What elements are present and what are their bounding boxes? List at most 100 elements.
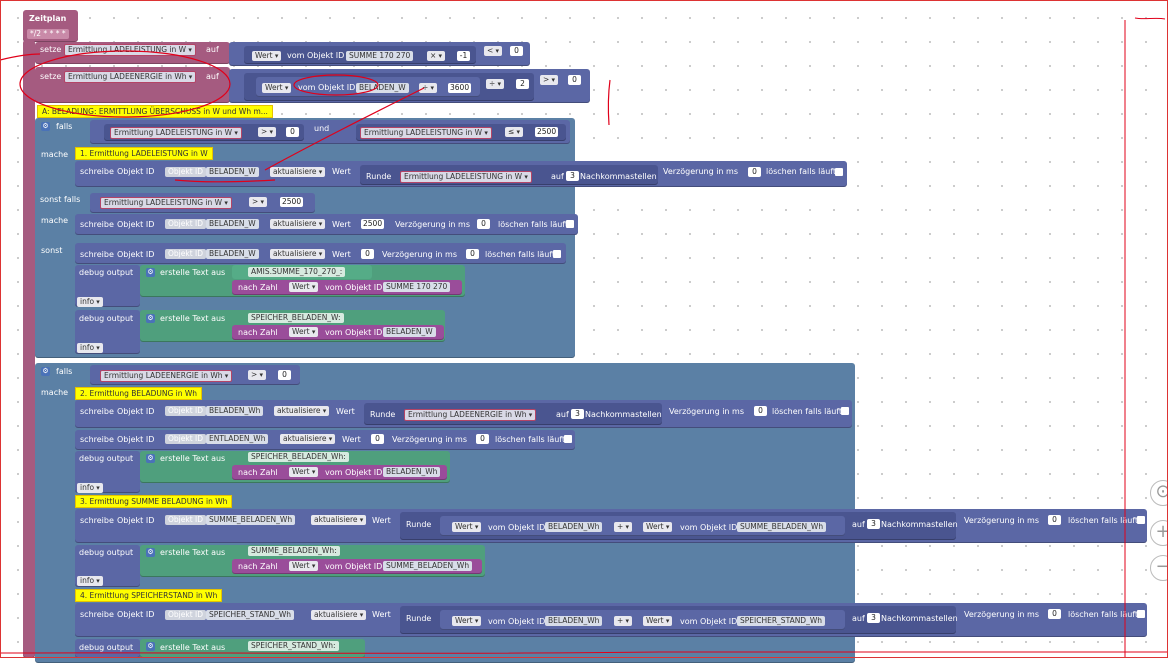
compare-op-dropdown[interactable]: > xyxy=(249,197,268,207)
object-id-field[interactable]: BELADEN_Wh xyxy=(545,616,603,626)
object-id-field[interactable]: SUMME_BELADEN_Wh xyxy=(206,515,296,525)
compare-op-dropdown[interactable]: ≤ xyxy=(505,127,524,137)
delay-field[interactable]: 0 xyxy=(1048,515,1061,525)
cron-field[interactable]: */2 * * * * xyxy=(27,29,69,39)
compare-number[interactable]: 0 xyxy=(278,370,291,380)
compare-op-dropdown[interactable]: > xyxy=(258,127,277,137)
object-id-field[interactable]: SUMME_BELADEN_Wh xyxy=(383,561,473,571)
value-dropdown[interactable]: Wert xyxy=(289,561,319,571)
object-id-field[interactable]: SUMME 170 270 xyxy=(383,282,451,292)
digits-field[interactable]: 3 xyxy=(566,171,579,181)
variable-dropdown[interactable]: Ermittlung LADELEISTUNG in W xyxy=(100,197,232,209)
digits-field[interactable]: 3 xyxy=(867,519,880,529)
compare-op-dropdown[interactable]: > xyxy=(540,75,559,85)
value-dropdown[interactable]: Wert xyxy=(452,616,482,626)
object-id-field[interactable]: SPEICHER_STAND_Wh xyxy=(206,610,295,620)
clear-running-checkbox[interactable] xyxy=(553,250,561,258)
object-id-field[interactable]: BELADEN_Wh xyxy=(383,467,441,477)
operator-dropdown[interactable]: + xyxy=(614,522,633,532)
gear-icon[interactable]: ⚙ xyxy=(41,367,50,376)
number-field[interactable]: 3600 xyxy=(448,83,472,93)
variable-dropdown[interactable]: Ermittlung LADEENERGIE in Wh xyxy=(64,71,197,83)
delay-field[interactable]: 0 xyxy=(748,167,761,177)
digits-field[interactable]: 3 xyxy=(571,409,584,419)
object-id-field[interactable]: SUMME_BELADEN_Wh xyxy=(737,522,827,532)
text-literal-field[interactable]: SPEICHER_BELADEN_W: xyxy=(248,313,344,323)
value-dropdown[interactable]: Wert xyxy=(452,522,482,532)
object-id-field[interactable]: SUMME 170 270 xyxy=(346,51,414,61)
gear-icon[interactable]: ⚙ xyxy=(41,122,50,131)
clear-running-checkbox[interactable] xyxy=(564,435,572,443)
clear-running-checkbox[interactable] xyxy=(566,220,574,228)
clear-running-checkbox[interactable] xyxy=(1137,516,1145,524)
log-level-dropdown[interactable]: info xyxy=(77,576,103,586)
value-dropdown[interactable]: Wert xyxy=(262,83,292,93)
object-id-field[interactable]: BELADEN_W xyxy=(206,219,259,229)
log-level-dropdown[interactable]: info xyxy=(77,343,103,353)
value-dropdown[interactable]: Wert xyxy=(252,51,282,61)
object-id-field[interactable]: BELADEN_Wh xyxy=(545,522,603,532)
comment-3[interactable]: 3. Ermittlung SUMME BELADUNG in Wh xyxy=(75,495,233,508)
compare-number[interactable]: 0 xyxy=(286,127,299,137)
delay-field[interactable]: 0 xyxy=(1048,609,1061,619)
mode-dropdown[interactable]: aktualisiere xyxy=(274,406,330,416)
value-dropdown[interactable]: Wert xyxy=(289,467,319,477)
object-id-field[interactable]: BELADEN_W xyxy=(206,249,259,259)
log-level-dropdown[interactable]: info xyxy=(77,483,103,493)
variable-dropdown[interactable]: Ermittlung LADELEISTUNG in W xyxy=(64,44,196,56)
digits-field[interactable]: 3 xyxy=(867,613,880,623)
gear-icon[interactable]: ⚙ xyxy=(146,548,155,557)
delay-field[interactable]: 0 xyxy=(477,219,490,229)
compare-op-dropdown[interactable]: < xyxy=(484,46,503,56)
clear-running-checkbox[interactable] xyxy=(1137,610,1145,618)
value-dropdown[interactable]: Wert xyxy=(289,327,319,337)
gear-icon[interactable]: ⚙ xyxy=(146,268,155,277)
gear-icon[interactable]: ⚙ xyxy=(146,454,155,463)
operator-dropdown[interactable]: × xyxy=(427,51,446,61)
value-number[interactable]: 2500 xyxy=(361,219,385,229)
mode-dropdown[interactable]: aktualisiere xyxy=(311,515,367,525)
variable-dropdown[interactable]: Ermittlung LADELEISTUNG in W xyxy=(110,127,242,139)
clear-running-checkbox[interactable] xyxy=(841,407,849,415)
mode-dropdown[interactable]: aktualisiere xyxy=(280,434,336,444)
gear-icon[interactable]: ⚙ xyxy=(146,314,155,323)
number-field[interactable]: -1 xyxy=(457,51,470,61)
value-dropdown[interactable]: Wert xyxy=(643,522,673,532)
variable-dropdown[interactable]: Ermittlung LADELEISTUNG in W xyxy=(400,171,532,183)
delay-field[interactable]: 0 xyxy=(476,434,489,444)
compare-number[interactable]: 0 xyxy=(568,75,581,85)
operator-dropdown[interactable]: ÷ xyxy=(419,83,438,93)
comment-4[interactable]: 4. Ermittlung SPEICHERSTAND in Wh xyxy=(75,589,223,602)
text-literal-field[interactable]: SPEICHER_STAND_Wh: xyxy=(248,641,339,651)
object-id-field[interactable]: SPEICHER_STAND_Wh xyxy=(737,616,826,626)
variable-dropdown[interactable]: Ermittlung LADELEISTUNG in W xyxy=(360,127,492,139)
variable-dropdown[interactable]: Ermittlung LADEENERGIE in Wh xyxy=(404,409,537,421)
mode-dropdown[interactable]: aktualisiere xyxy=(270,249,326,259)
compare-number[interactable]: 2500 xyxy=(280,197,304,207)
compare-number[interactable]: 0 xyxy=(510,46,523,56)
gear-icon[interactable]: ⚙ xyxy=(146,642,155,651)
mode-dropdown[interactable]: aktualisiere xyxy=(311,610,367,620)
comment-1[interactable]: 1. Ermittlung LADELEISTUNG in W xyxy=(75,147,213,160)
object-id-field[interactable]: BELADEN_W xyxy=(383,327,436,337)
object-id-field[interactable]: ENTLADEN_Wh xyxy=(206,434,269,444)
comment-a[interactable]: A: BELADUNG: ERMITTLUNG ÜBERSCHUSS in W … xyxy=(37,105,273,118)
compare-op-dropdown[interactable]: > xyxy=(248,370,267,380)
text-literal-field[interactable]: SUMME_BELADEN_Wh: xyxy=(248,546,340,556)
object-id-field[interactable]: BELADEN_W xyxy=(356,83,409,93)
value-number[interactable]: 0 xyxy=(361,249,374,259)
operator-dropdown[interactable]: + xyxy=(614,616,633,626)
clear-running-checkbox[interactable] xyxy=(835,168,843,176)
log-level-dropdown[interactable]: info xyxy=(77,297,103,307)
delay-field[interactable]: 0 xyxy=(754,406,767,416)
object-id-field[interactable]: BELADEN_Wh xyxy=(206,406,264,416)
variable-dropdown[interactable]: Ermittlung LADEENERGIE in Wh xyxy=(100,370,233,382)
object-id-field[interactable]: BELADEN_W xyxy=(206,167,259,177)
text-literal-field[interactable]: SPEICHER_BELADEN_Wh: xyxy=(248,452,349,462)
delay-field[interactable]: 0 xyxy=(466,249,479,259)
value-number[interactable]: 0 xyxy=(371,434,384,444)
mode-dropdown[interactable]: aktualisiere xyxy=(270,167,326,177)
operator-dropdown-2[interactable]: ÷ xyxy=(486,79,505,89)
comment-2[interactable]: 2. Ermittlung BELADUNG in Wh xyxy=(75,387,203,400)
number-field-2[interactable]: 2 xyxy=(516,79,529,89)
